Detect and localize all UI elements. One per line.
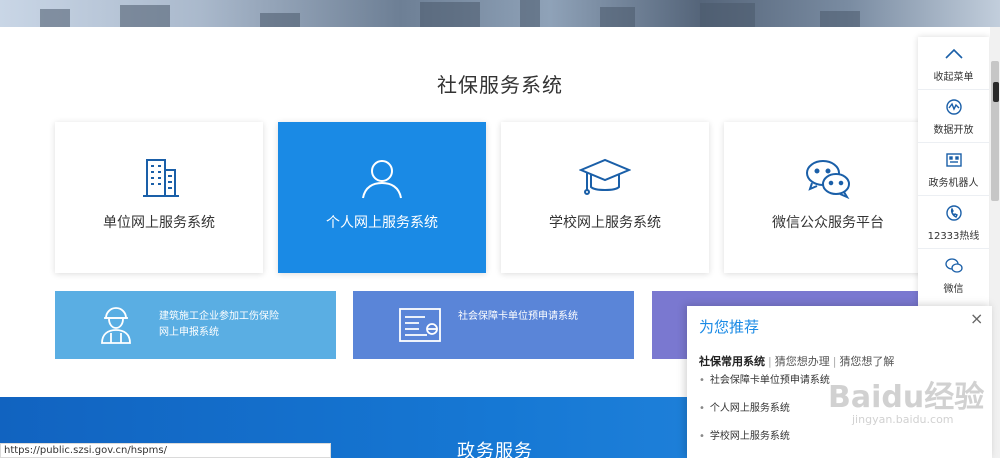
menu-hotline-button[interactable]: 12333热线 [918,196,989,249]
menu-label: 政务机器人 [928,177,979,189]
tile-construction-injury-insurance[interactable]: 建筑施工企业参加工伤保险 网上申报系统 [55,291,336,359]
popup-title: 为您推荐 [699,318,760,336]
side-indicator [993,82,999,102]
menu-label: 数据开放 [933,124,974,136]
tile-label-line1: 建筑施工企业参加工伤保险 [159,311,279,322]
worker-helmet-icon [99,305,133,349]
card-unit-online-service[interactable]: 单位网上服务系统 [55,122,263,273]
phone-icon [945,203,962,223]
wechat-icon [724,156,932,200]
tab-guess-handle[interactable]: 猜您想办理 [775,355,830,368]
section-title: 社保服务系统 [437,73,563,97]
recommend-list: 社会保障卡单位预申请系统 个人网上服务系统 学校网上服务系统 [699,374,830,458]
popup-tabs: 社保常用系统 | 猜您想办理 | 猜您想了解 [699,355,895,368]
browser-status-url: https://public.szsi.gov.cn/hspms/ [0,443,331,458]
top-banner-image [0,0,1000,27]
chevron-up-icon [944,44,964,64]
card-school-online-service[interactable]: 学校网上服务系统 [501,122,709,273]
menu-robot-button[interactable]: 政务机器人 [918,143,989,196]
graduation-cap-icon [501,156,709,200]
card-label: 学校网上服务系统 [549,215,661,231]
tab-guess-know[interactable]: 猜您想了解 [839,355,894,368]
menu-label: 12333热线 [927,230,980,242]
band-title: 政务服务 [457,441,533,458]
robot-icon [945,150,962,170]
menu-wechat-button[interactable]: 微信 [918,249,989,302]
floating-side-menu: 收起菜单 数据开放 政务机器人 12333热线 微信 [918,37,989,307]
list-item[interactable]: 学校网上服务系统 [699,430,830,458]
card-document-icon [399,307,441,347]
building-icon [55,156,263,200]
list-item[interactable]: 社会保障卡单位预申请系统 [699,374,830,402]
card-personal-online-service[interactable]: 个人网上服务系统 [278,122,486,273]
menu-label: 收起菜单 [933,71,974,83]
card-label: 微信公众服务平台 [772,215,884,231]
watermark-url: jingyan.baidu.com [852,413,954,426]
data-icon [945,97,962,117]
tile-label-line2: 网上申报系统 [159,327,219,338]
close-icon[interactable]: × [970,309,983,328]
list-item[interactable]: 个人网上服务系统 [699,402,830,430]
tab-common-systems[interactable]: 社保常用系统 [699,355,765,368]
menu-data-open-button[interactable]: 数据开放 [918,90,989,143]
person-icon [278,156,486,200]
tile-social-security-card-preapplication[interactable]: 社会保障卡单位预申请系统 [353,291,634,359]
card-label: 单位网上服务系统 [103,215,215,231]
card-wechat-service-platform[interactable]: 微信公众服务平台 [724,122,932,273]
menu-collapse-button[interactable]: 收起菜单 [918,37,989,90]
tile-label: 社会保障卡单位预申请系统 [458,311,578,322]
menu-label: 微信 [943,284,964,295]
wechat-icon [944,256,963,276]
watermark-brand: Baidu经验 [828,380,985,415]
card-label: 个人网上服务系统 [326,215,438,231]
